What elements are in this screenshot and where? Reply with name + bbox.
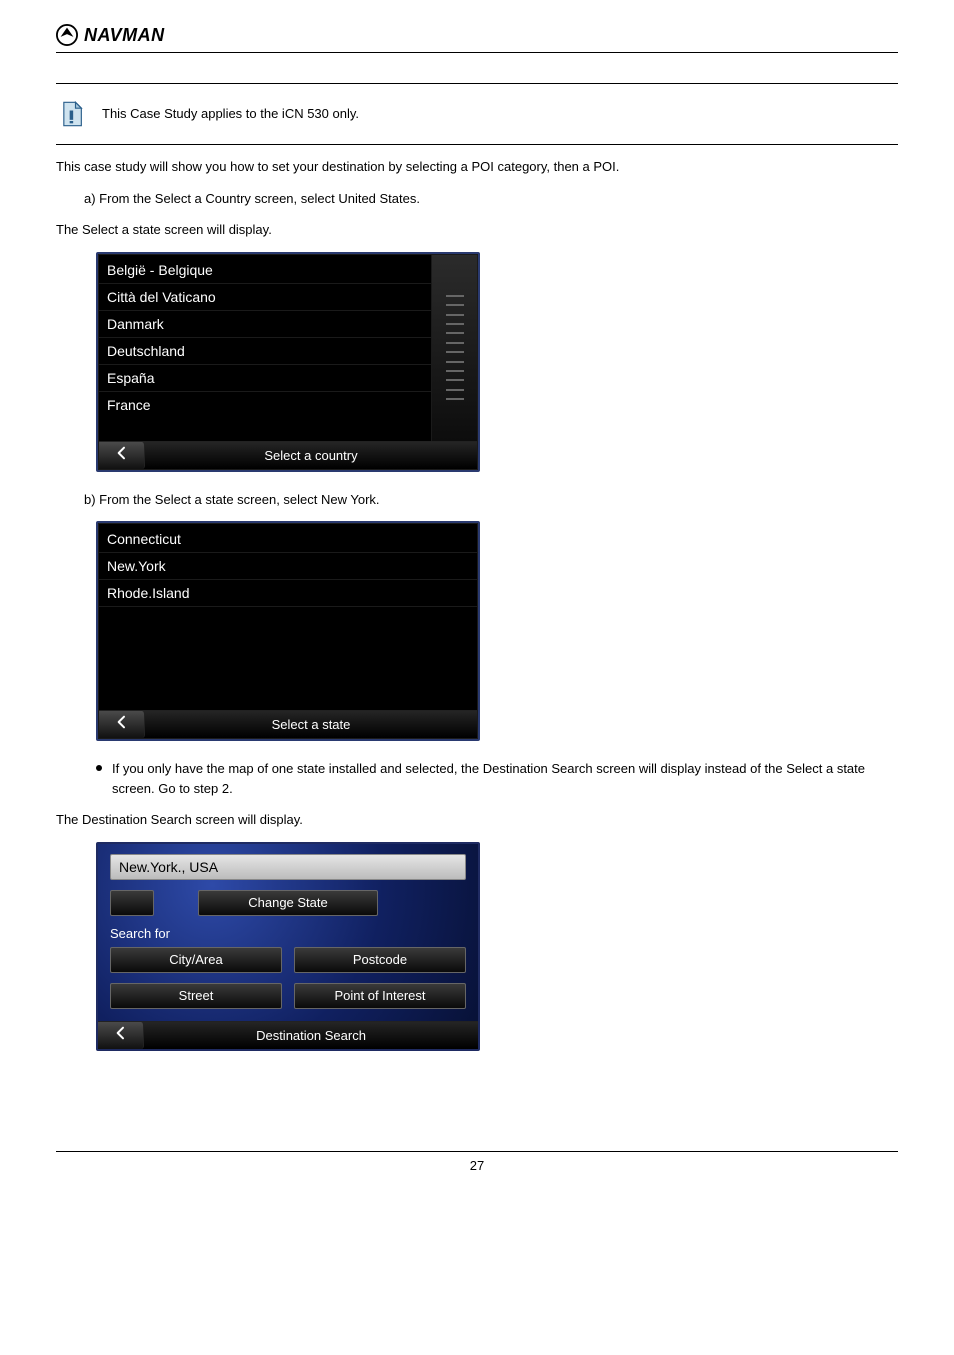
step-b: b) From the Select a state screen, selec… (84, 490, 898, 510)
list-item[interactable]: España (99, 365, 431, 392)
brand-header: NAVMAN (56, 24, 898, 53)
list-item[interactable]: New.York (99, 553, 477, 580)
list-item[interactable]: France (99, 392, 431, 418)
chevron-left-icon (114, 445, 130, 466)
bullet-icon (96, 765, 102, 771)
step-a: a) From the Select a Country screen, sel… (84, 189, 898, 209)
chevron-left-icon (114, 714, 130, 735)
destination-search-screen: New.York., USA Change State Search for C… (96, 842, 480, 1051)
search-for-label: Search for (110, 926, 466, 941)
select-state-screen: Connecticut New.York Rhode.Island Select… (96, 521, 480, 741)
list-item[interactable]: Città del Vaticano (99, 284, 431, 311)
screen-title: Select a country (145, 442, 477, 469)
page-number: 27 (56, 1152, 898, 1185)
back-button[interactable] (99, 442, 145, 469)
navman-logo-icon (56, 24, 78, 46)
postcode-button[interactable]: Postcode (294, 947, 466, 973)
divider (56, 144, 898, 145)
state-lead: The Select a state screen will display. (56, 220, 898, 240)
note-block: This Case Study applies to the iCN 530 o… (56, 84, 898, 144)
back-button[interactable] (98, 1022, 144, 1049)
intro-paragraph: This case study will show you how to set… (56, 157, 898, 177)
country-flag-button[interactable] (110, 890, 154, 916)
note-page-icon (56, 98, 88, 130)
list-item[interactable]: Danmark (99, 311, 431, 338)
scrollbar[interactable] (431, 255, 477, 441)
note-text: This Case Study applies to the iCN 530 o… (102, 98, 359, 124)
screen-title: Destination Search (144, 1022, 478, 1049)
select-country-screen: België - Belgique Città del Vaticano Dan… (96, 252, 480, 472)
list-item[interactable]: België - Belgique (99, 257, 431, 284)
list-item[interactable]: Deutschland (99, 338, 431, 365)
city-area-button[interactable]: City/Area (110, 947, 282, 973)
change-state-button[interactable]: Change State (198, 890, 378, 916)
scroll-scrubber-icon (446, 288, 464, 408)
country-list: België - Belgique Città del Vaticano Dan… (99, 255, 431, 441)
dest-lead: The Destination Search screen will displ… (56, 810, 898, 830)
location-bar: New.York., USA (110, 854, 466, 880)
street-button[interactable]: Street (110, 983, 282, 1009)
chevron-left-icon (113, 1025, 129, 1046)
state-list: Connecticut New.York Rhode.Island (99, 524, 477, 710)
list-item[interactable]: Rhode.Island (99, 580, 477, 607)
screen-title: Select a state (145, 711, 477, 738)
list-item[interactable]: Connecticut (99, 526, 477, 553)
brand-name: NAVMAN (84, 25, 165, 46)
bullet-item: If you only have the map of one state in… (96, 759, 898, 798)
poi-button[interactable]: Point of Interest (294, 983, 466, 1009)
back-button[interactable] (99, 711, 145, 738)
bullet-text: If you only have the map of one state in… (112, 759, 898, 798)
